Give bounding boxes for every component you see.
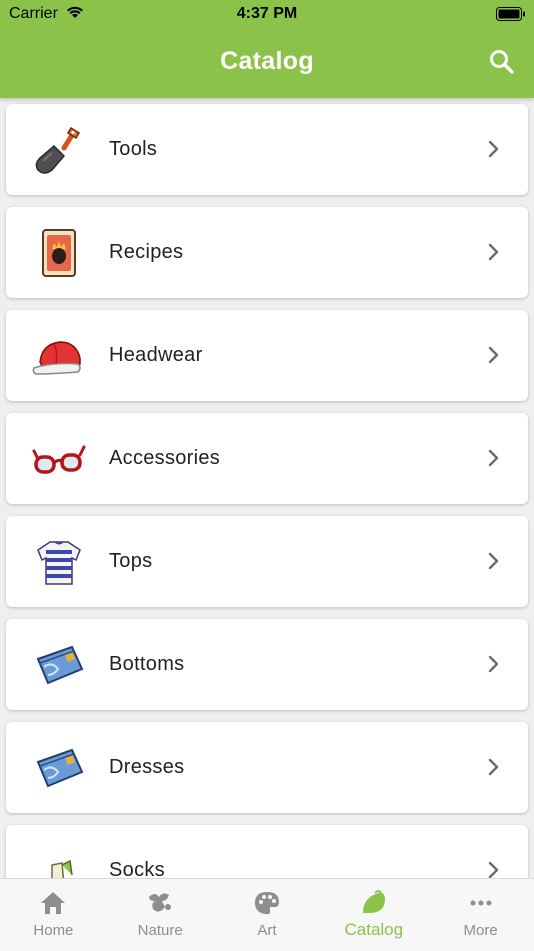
catalog-item-socks[interactable]: Socks	[6, 825, 528, 878]
status-bar: Carrier 4:37 PM	[0, 0, 534, 28]
chevron-right-icon	[488, 140, 499, 158]
search-icon[interactable]	[488, 48, 516, 76]
tab-home[interactable]: Home	[0, 879, 107, 951]
catalog-item-recipes[interactable]: Recipes	[6, 207, 528, 298]
catalog-item-label: Socks	[109, 859, 165, 878]
chevron-right-icon	[488, 758, 499, 776]
catalog-item-bottoms[interactable]: Bottoms	[6, 619, 528, 710]
more-dots-icon	[470, 900, 492, 906]
tab-label: Art	[257, 922, 277, 939]
shovel-icon	[35, 126, 81, 174]
tab-label: Nature	[137, 922, 183, 939]
tab-label: Home	[33, 922, 74, 939]
tab-catalog[interactable]: Catalog	[320, 879, 427, 951]
catalog-item-label: Recipes	[109, 241, 184, 263]
tab-more[interactable]: More	[427, 879, 534, 951]
catalog-item-tops[interactable]: Tops	[6, 516, 528, 607]
socks-icon	[51, 859, 73, 878]
catalog-list[interactable]: Tools Recipes Headwear Accessories Tops …	[0, 98, 534, 878]
palette-icon	[254, 892, 279, 915]
tab-bar: Home Nature Art Catalog More	[0, 878, 534, 951]
cap-icon	[32, 341, 81, 375]
striped-shirt-icon	[37, 541, 81, 585]
catalog-item-label: Tools	[109, 138, 158, 160]
leaf-bug-icon	[149, 893, 172, 912]
catalog-item-headwear[interactable]: Headwear	[6, 310, 528, 401]
catalog-item-label: Accessories	[109, 447, 221, 469]
chevron-right-icon	[488, 655, 499, 673]
chevron-right-icon	[488, 243, 499, 261]
catalog-item-label: Headwear	[109, 344, 203, 366]
chevron-right-icon	[488, 346, 499, 364]
tab-label: More	[463, 922, 498, 939]
home-icon	[41, 892, 66, 914]
catalog-item-accessories[interactable]: Accessories	[6, 413, 528, 504]
tab-label: Catalog	[344, 920, 404, 939]
jeans-icon	[36, 748, 84, 788]
catalog-item-label: Dresses	[109, 756, 185, 778]
glasses-icon	[32, 445, 86, 474]
page-title: Catalog	[220, 47, 314, 75]
catalog-item-label: Bottoms	[109, 653, 185, 675]
tab-art[interactable]: Art	[214, 879, 321, 951]
battery-icon	[496, 7, 525, 21]
catalog-item-label: Tops	[109, 550, 153, 572]
chevron-right-icon	[488, 861, 499, 878]
nav-bar: Catalog	[0, 28, 534, 98]
chevron-right-icon	[488, 552, 499, 570]
catalog-item-dresses[interactable]: Dresses	[6, 722, 528, 813]
chevron-right-icon	[488, 449, 499, 467]
clock: 4:37 PM	[236, 5, 298, 22]
recipe-card-icon	[42, 229, 76, 277]
jeans-icon	[36, 645, 84, 685]
catalog-item-tools[interactable]: Tools	[6, 104, 528, 195]
leaf-icon	[362, 890, 385, 913]
tab-nature[interactable]: Nature	[107, 879, 214, 951]
